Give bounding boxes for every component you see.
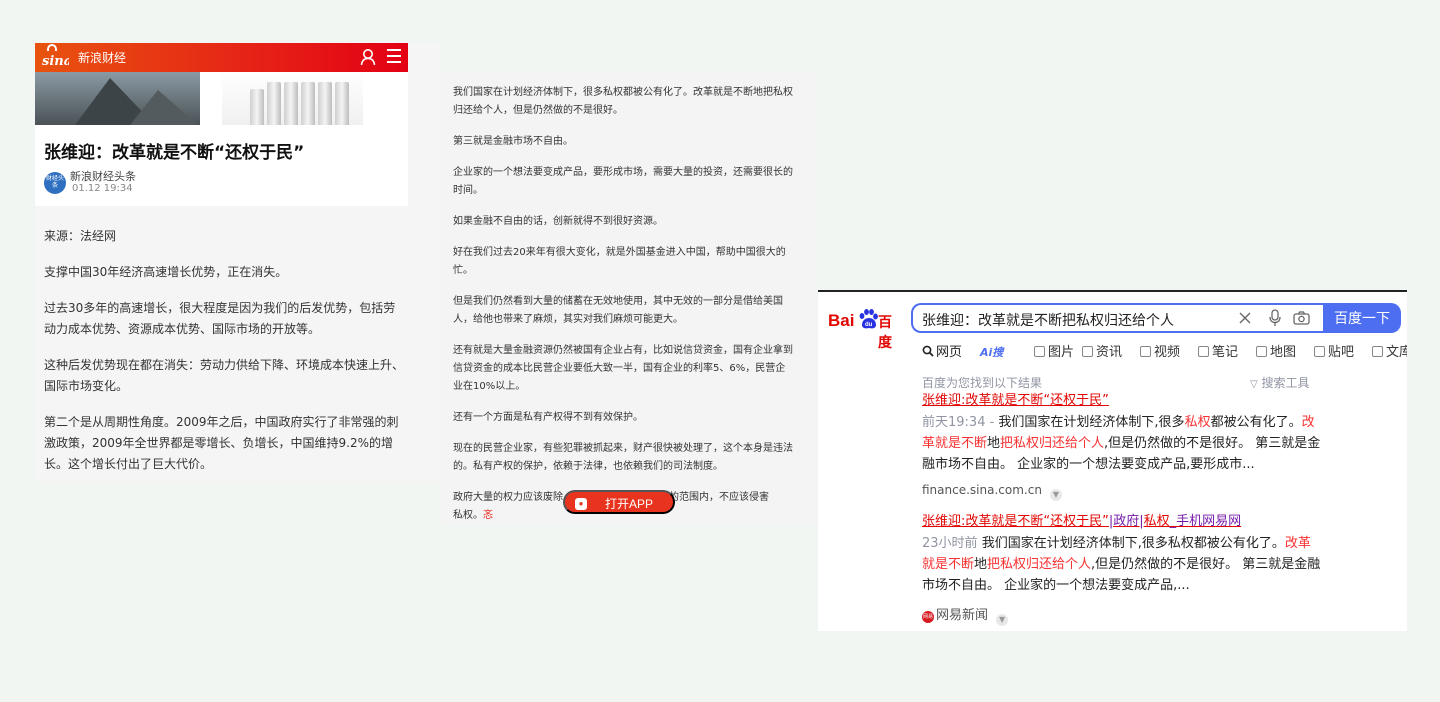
filter-icon: ▽ [1250,379,1258,390]
result-time: 23小时前 [922,536,982,551]
result-snippet: 23小时前 我们国家在计划经济体制下,很多私权都被公有化了。改革就是不断地把私权… [922,533,1322,596]
map-icon [1256,346,1267,357]
user-icon[interactable] [360,48,376,66]
result-source[interactable]: 网易 网易新闻 ▼ [922,604,1322,626]
snippet-text: 地 [974,557,988,572]
result-source-url[interactable]: finance.sina.com.cn [922,483,1042,497]
article-paragraph: 企业家的一个想法要变成产品，要形成市场，需要大量的投资，还需要很长的时间。 [453,167,793,196]
tab-webpage[interactable]: 网页 [922,343,962,363]
article-title-card: 张维迎：改革就是不断“还权于民” 财经头条 新浪财经头条 01.12 19:34 [35,125,408,206]
search-submit-button[interactable]: 百度一下 [1323,303,1401,333]
last-paragraph-start: 政府大量的权力应该废除 [453,492,563,503]
result-source-name[interactable]: 网易新闻 [936,608,988,623]
result-title-text[interactable]: 张维迎:改革就是不断“还权于民” [922,514,1109,529]
tab-notes[interactable]: 笔记 [1198,343,1238,363]
snippet-text: 地 [987,436,1001,451]
open-app-button[interactable]: ● 打开APP [563,490,675,514]
article-paragraph: 第二个是从周期性角度。2009年之后，中国政府实行了非常强的刺激政策，2009年… [44,415,399,471]
snippet-highlight: 把私权归还给个人 [1000,436,1105,451]
author-name[interactable]: 新浪财经头条 [70,168,136,184]
article-paragraph: 支撑中国30年经济高速增长优势，正在消失。 [44,265,288,279]
article-title: 张维迎：改革就是不断“还权于民” [44,143,305,163]
snippet-text: 我们国家在计划经济体制下,很多私权都被公有化了。 [981,536,1285,551]
baidu-logo-cn: 百度 [878,315,892,351]
search-tools-button[interactable]: ▽ 搜索工具 [1250,374,1310,391]
tab-wenku[interactable]: 文库 [1372,343,1407,363]
notes-icon [1198,346,1209,357]
tab-news[interactable]: 资讯 [1082,343,1122,363]
sina-article-panel: sina 新浪财经 张维迎：改革就是不断“还权于民” 财经头条 [35,43,440,482]
snippet-highlight: 私权 [1184,415,1211,430]
open-app-label: 打开APP [605,497,654,511]
article-paragraph: 还有就是大量金融资源仍然被国有企业占有，比如说信贷资金，国有企业拿到信贷资金的成… [453,345,793,392]
tab-video[interactable]: 视频 [1140,343,1180,363]
video-icon [1140,346,1151,357]
result-title-text[interactable]: _手机网易网 [1170,514,1242,529]
search-result: 张维迎:改革就是不断“还权于民”|政府|私权_手机网易网 23小时前 我们国家在… [922,513,1322,626]
last-paragraph-end: 权的范围内，不应该侵害 [659,492,769,503]
mountain-photo [35,72,200,125]
author-avatar[interactable]: 财经头条 [44,172,66,194]
wenku-icon [1372,346,1383,357]
article-body: 来源：法经网 支撑中国30年经济高速增长优势，正在消失。 过去30多年的高速增长… [44,226,404,482]
article-paragraph: 好在我们过去20来年有很大变化，就是外国基金进入中国，帮助中国很大的忙。 [453,247,786,276]
menu-icon[interactable] [387,49,401,65]
search-icon [922,345,934,357]
result-title-text[interactable]: |政府| [1109,514,1144,529]
result-source[interactable]: finance.sina.com.cn ▼ [922,483,1322,501]
article-hero-image [35,72,408,125]
article-paragraph: 但是我们仍然看到大量的储蓄在无效地使用，其中无效的一部分是借给美国人，给他也带来… [453,296,783,325]
camera-icon[interactable] [1293,311,1310,325]
article-paragraph: 现在的民营企业家，有些犯罪被抓起来，财产很快被处理了，这个本身是违法的。私有产权… [453,443,793,472]
svg-text:sina: sina [42,54,69,68]
image-icon [1034,346,1045,357]
article-paragraph: 如果金融不自由的话，创新就得不到很好资源。 [453,216,663,227]
result-time: 前天19:34 - [922,415,999,430]
server-rack-photo [222,72,363,125]
snippet-text: 都被公有化了。 [1210,415,1302,430]
sina-logo-icon[interactable]: sina [41,44,72,69]
svg-text:du: du [865,322,873,328]
baidu-logo[interactable]: Bai du 百度 [828,308,903,351]
news-icon [1082,346,1093,357]
article-paragraph: 这种后发优势现在都在消失：劳动力供给下降、环境成本快速上升、国际市场变化。 [44,358,405,393]
tieba-icon [1314,346,1325,357]
article-continued-panel: 我们国家在计划经济体制下，很多私权都被公有化了。改革就是不断地把私权归还给个人，… [441,73,817,524]
tab-map[interactable]: 地图 [1256,343,1296,363]
article-paragraph: 还有一个方面是私有产权得不到有效保护。 [453,412,643,423]
article-paragraph: 我们国家在计划经济体制下，很多私权都被公有化了。改革就是不断地把私权归还给个人，… [453,87,793,116]
publish-date: 01.12 19:34 [72,183,133,194]
chevron-down-icon[interactable]: ▼ [996,614,1009,626]
tab-tieba[interactable]: 贴吧 [1314,343,1354,363]
last-paragraph-tail: 私权。 [453,510,483,521]
sina-app-icon: ● [575,498,587,510]
chevron-down-icon[interactable]: ▼ [1049,489,1062,501]
microphone-icon[interactable] [1268,309,1282,327]
sina-header-bar: sina 新浪财经 [35,43,408,72]
snippet-highlight: 把私权归还给个人 [987,557,1092,572]
tab-images[interactable]: 图片 [1034,343,1074,363]
search-input[interactable]: 张维迎：改革就是不断把私权归还给个人 [911,303,1323,333]
result-title-text[interactable]: 张维迎:改革就是不断“还权于民” [922,393,1109,408]
tab-ai-search[interactable]: Ai搜 [980,343,1003,363]
baidu-logo-latin: Bai [828,311,855,330]
result-title-link[interactable]: 张维迎:改革就是不断“还权于民”|政府|私权_手机网易网 [922,513,1322,531]
article-body-continued: 我们国家在计划经济体制下，很多私权都被公有化了。改革就是不断地把私权归还给个人，… [453,84,793,524]
baidu-paw-icon: du [859,309,878,329]
netease-news-logo-icon: 网易 [922,611,934,623]
result-snippet: 前天19:34 - 我们国家在计划经济体制下,很多私权都被公有化了。改革就是不断… [922,412,1322,475]
snippet-text: 我们国家在计划经济体制下,很多 [998,415,1185,430]
results-found-text: 百度为您找到以下结果 [922,376,1043,390]
last-paragraph-red: 忞 [483,510,493,521]
result-title-text[interactable]: 私权 [1144,514,1170,529]
baidu-search-panel: Bai du 百度 张维迎：改革就是不断把私权归还给个人 百度一下 网页 Ai搜… [818,290,1407,631]
article-paragraph: 第三就是金融市场不自由。 [453,136,573,147]
article-paragraph: 过去30多年的高速增长，很大程度是因为我们的后发优势，包括劳动力成本优势、资源成… [44,301,396,336]
clear-icon[interactable] [1238,311,1252,325]
search-result: 张维迎:改革就是不断“还权于民” 前天19:34 - 我们国家在计划经济体制下,… [922,392,1322,501]
sina-channel-name[interactable]: 新浪财经 [78,49,126,66]
article-paragraph: 来源：法经网 [44,229,117,243]
result-title-link[interactable]: 张维迎:改革就是不断“还权于民” [922,392,1322,410]
search-query-text[interactable]: 张维迎：改革就是不断把私权归还给个人 [922,310,1174,330]
